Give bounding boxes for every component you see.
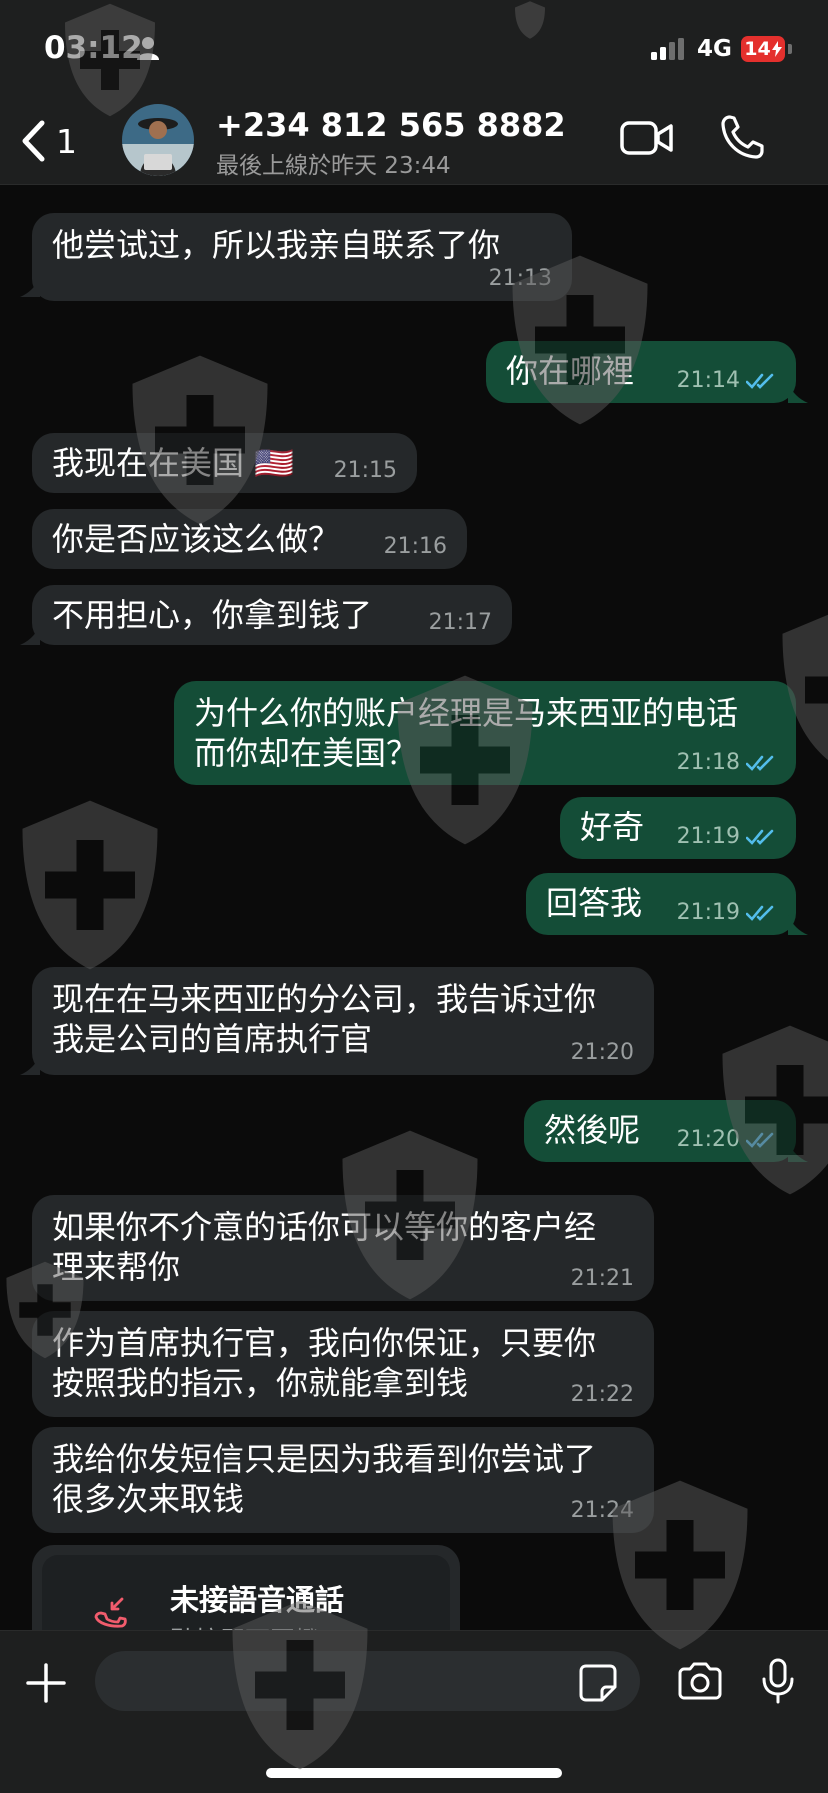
message-timestamp: 21:19 — [676, 824, 740, 849]
voice-call-button[interactable] — [720, 114, 764, 164]
status-bar: 03:12 4G 14 — [0, 0, 828, 100]
microphone-icon — [762, 1658, 794, 1704]
message-text: 现在在马来西亚的分公司，我告诉过你我是公司的首席执行官 — [52, 980, 597, 1058]
status-time: 03:12 — [44, 30, 143, 66]
back-button[interactable]: 1 — [20, 116, 77, 166]
message-time: 21:21 — [571, 1266, 634, 1291]
message-time: 21:17 — [429, 610, 492, 635]
video-camera-icon — [620, 121, 673, 155]
message-text: 作为首席执行官，我向你保证，只要你按照我的指示，你就能拿到钱 — [52, 1324, 597, 1402]
message-timestamp: 21:14 — [676, 368, 740, 393]
person-icon — [137, 36, 159, 64]
bubble-tail — [20, 625, 40, 645]
read-receipt-icon — [746, 829, 774, 845]
message-time: 21:20 — [571, 1040, 634, 1065]
message-text: 不用担心，你拿到钱了 — [52, 596, 373, 634]
network-type: 4G — [697, 36, 732, 62]
message-time: 21:19 — [677, 824, 776, 849]
message-time: 21:16 — [384, 534, 447, 559]
message-incoming[interactable]: 如果你不介意的话你可以等你的客户经理来帮你 21:21 — [32, 1195, 654, 1301]
message-time: 21:22 — [571, 1382, 634, 1407]
message-timestamp: 21:22 — [570, 1382, 634, 1407]
bubble-tail — [20, 1055, 40, 1075]
message-time: 21:18 — [677, 750, 776, 775]
message-timestamp: 21:20 — [676, 1127, 740, 1152]
message-incoming[interactable]: 我现在在美国 🇺🇸 21:15 — [32, 433, 417, 493]
phone-icon — [721, 115, 764, 159]
message-time: 21:14 — [677, 368, 776, 393]
message-text: 他尝试过，所以我亲自联系了你 — [52, 226, 501, 264]
message-outgoing[interactable]: 好奇 21:19 — [560, 797, 796, 859]
message-incoming[interactable]: 我给你发短信只是因为我看到你尝试了很多次来取钱 21:24 — [32, 1427, 654, 1533]
message-timestamp: 21:24 — [570, 1498, 634, 1523]
voice-record-button[interactable] — [760, 1657, 796, 1709]
bubble-tail — [788, 1142, 808, 1162]
camera-icon — [678, 1662, 722, 1700]
chevron-left-icon — [22, 120, 45, 162]
message-outgoing[interactable]: 为什么你的账户经理是马来西亚的电话而你却在美国？ 21:18 — [174, 681, 796, 785]
bubble-tail — [788, 383, 808, 403]
video-call-button[interactable] — [620, 120, 674, 160]
message-incoming[interactable]: 现在在马来西亚的分公司，我告诉过你我是公司的首席执行官 21:20 — [32, 967, 654, 1075]
message-incoming[interactable]: 你是否应该这么做？ 21:16 — [32, 509, 467, 569]
message-incoming[interactable]: 他尝试过，所以我亲自联系了你 21:13 — [32, 213, 572, 301]
battery-tip — [788, 44, 792, 54]
message-input[interactable] — [95, 1651, 640, 1711]
contact-name[interactable]: +234 812 565 8882 — [216, 106, 566, 144]
message-timestamp: 21:16 — [383, 534, 447, 559]
missed-call-inner: 未接語音通話 點按即可回撥 — [42, 1555, 450, 1630]
message-timestamp: 21:19 — [676, 900, 740, 925]
read-receipt-icon — [746, 755, 774, 771]
message-timestamp: 21:13 — [488, 266, 552, 291]
read-receipt-icon — [746, 905, 774, 921]
battery-icon: 14 — [741, 36, 785, 62]
missed-call-title: 未接語音通話 — [170, 1583, 345, 1617]
chat-header: 1 +234 812 565 8882 最後上線於昨天 23:44 — [0, 100, 828, 185]
signal-icon — [651, 38, 687, 64]
message-timestamp: 21:20 — [570, 1040, 634, 1065]
message-outgoing[interactable]: 然後呢 21:20 — [524, 1100, 796, 1162]
bubble-tail — [788, 915, 808, 935]
chat-messages[interactable]: 他尝试过，所以我亲自联系了你 21:13 你在哪裡 21:14 我现在在美国 🇺… — [0, 185, 828, 1630]
message-timestamp: 21:17 — [428, 610, 492, 635]
message-timestamp: 21:18 — [676, 750, 740, 775]
read-receipt-icon — [746, 1132, 774, 1148]
message-timestamp: 21:15 — [333, 458, 397, 483]
message-text: 我给你发短信只是因为我看到你尝试了很多次来取钱 — [52, 1440, 597, 1518]
message-outgoing[interactable]: 你在哪裡 21:14 — [486, 341, 796, 403]
message-timestamp: 21:21 — [570, 1266, 634, 1291]
missed-call-card[interactable]: 未接語音通話 點按即可回撥 — [32, 1545, 460, 1630]
message-text: 为什么你的账户经理是马来西亚的电话而你却在美国？ — [194, 694, 739, 772]
sticker-button[interactable] — [578, 1663, 618, 1707]
message-text: 如果你不介意的话你可以等你的客户经理来帮你 — [52, 1208, 597, 1286]
message-incoming[interactable]: 作为首席执行官，我向你保证，只要你按照我的指示，你就能拿到钱 21:22 — [32, 1311, 654, 1417]
message-time: 21:20 — [677, 1127, 776, 1152]
missed-call-icon — [92, 1595, 128, 1630]
message-outgoing[interactable]: 回答我 21:19 — [526, 873, 796, 935]
battery-level: 14 — [744, 38, 771, 60]
attach-button[interactable] — [24, 1661, 68, 1709]
message-time: 21:15 — [334, 458, 397, 483]
last-seen-status: 最後上線於昨天 23:44 — [216, 153, 451, 179]
message-time: 21:24 — [571, 1498, 634, 1523]
camera-button[interactable] — [676, 1661, 724, 1705]
read-receipt-icon — [746, 373, 774, 389]
message-time: 21:19 — [677, 900, 776, 925]
sticker-icon — [579, 1664, 617, 1702]
avatar[interactable] — [122, 104, 194, 176]
bubble-tail — [20, 277, 40, 297]
home-indicator[interactable] — [266, 1768, 562, 1778]
missed-call-subtitle: 點按即可回撥 — [170, 1621, 320, 1630]
plus-icon — [26, 1663, 66, 1703]
unread-count: 1 — [56, 121, 77, 161]
message-time: 21:13 — [489, 266, 552, 291]
message-incoming[interactable]: 不用担心，你拿到钱了 21:17 — [32, 585, 512, 645]
